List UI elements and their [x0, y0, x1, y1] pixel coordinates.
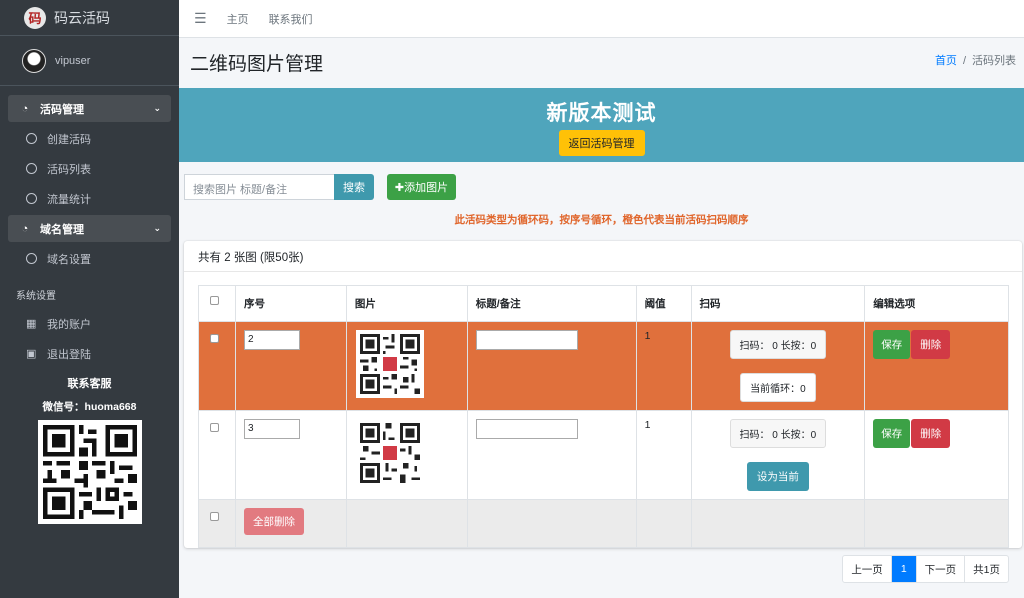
column-header: 扫码	[690, 285, 866, 322]
nav-link-contact[interactable]: 联系我们	[269, 11, 313, 27]
page-title: 二维码图片管理	[190, 54, 324, 75]
threshold-value: 1	[635, 410, 692, 500]
set-current-button[interactable]: 设为当前	[746, 462, 809, 491]
pagination-total: 共1页	[964, 556, 1008, 582]
add-image-button[interactable]: ✚添加图片	[387, 174, 456, 200]
contact-wechat: 微信号：huoma668	[42, 401, 137, 413]
contact-section: 联系客服 微信号：huoma668	[0, 375, 179, 524]
row-checkbox[interactable]	[210, 512, 219, 521]
chevron-down-icon: ⌄	[153, 103, 161, 113]
card-header: 共有 2 张图 (限50张)	[184, 241, 1022, 272]
row-checkbox[interactable]	[210, 334, 219, 343]
brand-name: 码云活码	[54, 9, 110, 26]
scan-stats: 扫码： 0 长按：0	[729, 330, 827, 359]
content-header: 二维码图片管理 首页 / 活码列表	[179, 38, 1024, 88]
table-row: 2 1 扫码： 0 长按：0 当前循环：0 保存 删除	[198, 321, 1009, 411]
calendar-icon: ▦	[26, 318, 37, 330]
pagination-next[interactable]: 下一页	[915, 556, 965, 582]
brand[interactable]: 码 码云活码	[0, 0, 179, 36]
sidebar-item-label: 活码管理	[40, 103, 84, 116]
breadcrumb-home[interactable]: 首页	[935, 55, 957, 67]
contact-title: 联系客服	[67, 378, 112, 390]
column-header: 序号	[234, 285, 347, 322]
scan-stats: 扫码： 0 长按：0	[729, 419, 827, 448]
qr-code-image	[355, 330, 424, 398]
breadcrumb-current: 活码列表	[972, 55, 1016, 67]
title-input[interactable]	[475, 419, 578, 439]
table-header-row: 序号 图片 标题/备注 阈值 扫码 编辑选项	[198, 285, 1009, 322]
sidebar-item-traffic-stats[interactable]: 流量统计	[8, 185, 171, 212]
circle-icon	[26, 133, 37, 144]
sidebar-item-label: 创建活码	[47, 133, 91, 146]
user-name: vipuser	[55, 54, 91, 67]
save-button[interactable]: 保存	[873, 330, 911, 359]
banner: 新版本测试 返回活码管理	[179, 88, 1024, 162]
sidebar-item-label: 活码列表	[47, 163, 91, 176]
table-footer-row: 全部删除	[198, 499, 1009, 548]
pagination-page-current[interactable]: 1	[890, 556, 916, 582]
sidebar-item-domain-management[interactable]: ◔ 域名管理 ⌄	[8, 215, 171, 242]
search-input[interactable]: 搜索图片 标题/备注	[184, 174, 335, 200]
column-header: 编辑选项	[864, 285, 1009, 322]
sidebar-item-domain-settings[interactable]: 域名设置	[8, 245, 171, 272]
title-input[interactable]	[475, 330, 578, 350]
image-list-card: 共有 2 张图 (限50张) 序号 图片 标题/备注 阈值 扫码 编辑选项 2	[184, 241, 1022, 548]
back-to-management-button[interactable]: 返回活码管理	[558, 130, 645, 156]
chevron-down-icon: ⌄	[153, 223, 161, 233]
save-button[interactable]: 保存	[873, 419, 911, 448]
pagination-prev[interactable]: 上一页	[843, 556, 891, 582]
sidebar-item-label: 退出登陆	[47, 348, 91, 361]
top-navbar: ☰ 主页 联系我们	[179, 0, 1024, 38]
delete-button[interactable]: 删除	[911, 330, 951, 359]
sidebar-nav: ◔ 活码管理 ⌄ 创建活码 活码列表 流量统计 ◔ 域名管理 ⌄ 域名设置	[0, 86, 179, 272]
sequence-input[interactable]: 2	[243, 330, 300, 350]
image-icon: ▣	[26, 348, 37, 360]
delete-button[interactable]: 删除	[911, 419, 951, 448]
dashboard-icon: ◔	[21, 102, 29, 115]
sequence-input[interactable]: 3	[243, 419, 300, 439]
search-button[interactable]: 搜索	[334, 174, 374, 200]
contact-qr-code	[37, 420, 142, 524]
row-checkbox[interactable]	[210, 423, 219, 432]
user-panel[interactable]: vipuser	[0, 36, 179, 86]
table-row: 3 1 扫码： 0 长按：0 设为当前 保存 删除	[198, 410, 1009, 500]
breadcrumb-separator: /	[962, 55, 966, 67]
column-header: 标题/备注	[466, 285, 637, 322]
image-table: 序号 图片 标题/备注 阈值 扫码 编辑选项 2 1 扫码： 0 长按：0 当前…	[198, 285, 1009, 548]
sidebar-item-label: 域名管理	[40, 223, 84, 236]
sidebar-item-label: 域名设置	[47, 253, 91, 266]
current-loop-badge: 当前循环：0	[740, 373, 816, 402]
delete-all-button[interactable]: 全部删除	[243, 508, 304, 535]
threshold-value: 1	[635, 321, 692, 411]
nav-link-home[interactable]: 主页	[227, 11, 249, 27]
sidebar-item-qrcode-management[interactable]: ◔ 活码管理 ⌄	[8, 95, 171, 122]
pagination: 上一页 1 下一页 共1页	[842, 555, 1009, 583]
avatar	[22, 48, 46, 73]
hamburger-menu-icon[interactable]: ☰	[194, 10, 207, 27]
sidebar-item-label: 我的账户	[47, 318, 91, 331]
sidebar-item-label: 流量统计	[47, 193, 91, 206]
sidebar-item-my-account[interactable]: ▦ 我的账户	[8, 310, 171, 337]
sidebar-item-create-qrcode[interactable]: 创建活码	[8, 125, 171, 152]
qr-code-image	[356, 419, 424, 487]
breadcrumb: 首页 / 活码列表	[935, 52, 1016, 68]
sidebar-item-logout[interactable]: ▣ 退出登陆	[8, 340, 171, 367]
sidebar-item-qrcode-list[interactable]: 活码列表	[8, 155, 171, 182]
dashboard-icon: ◔	[21, 222, 29, 235]
select-all-header	[198, 285, 236, 322]
select-all-checkbox[interactable]	[210, 296, 219, 305]
circle-icon	[26, 193, 37, 204]
sidebar: 码 码云活码 vipuser ◔ 活码管理 ⌄ 创建活码 活码列表 流量统计 ◔…	[0, 0, 179, 598]
circle-icon	[26, 253, 37, 264]
notice-text: 此活码类型为循环码，按序号循环，橙色代表当前活码扫码顺序	[454, 214, 749, 226]
banner-title: 新版本测试	[546, 102, 657, 125]
circle-icon	[26, 163, 37, 174]
column-header: 阈值	[635, 285, 692, 322]
settings-header: 系统设置	[16, 291, 56, 302]
brand-logo: 码	[24, 6, 46, 29]
column-header: 图片	[345, 285, 468, 322]
